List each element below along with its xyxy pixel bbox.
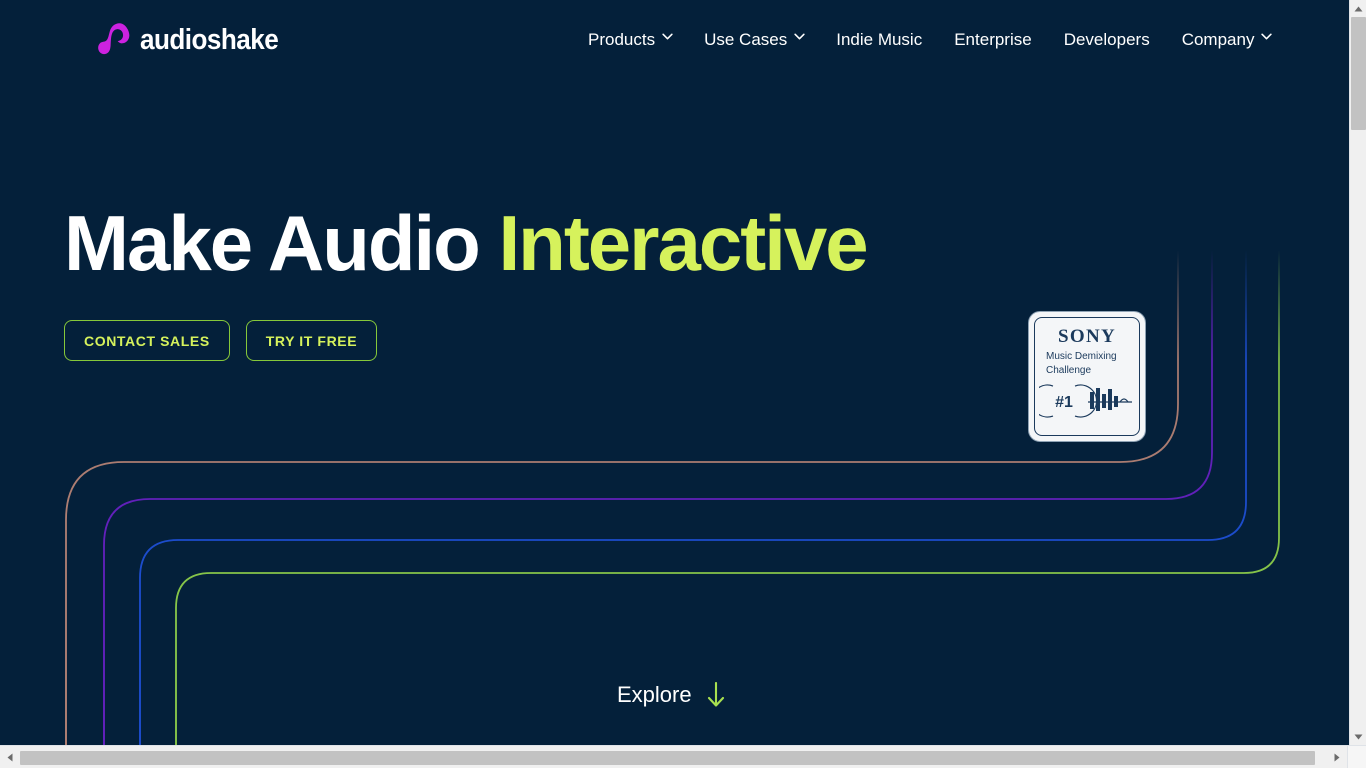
scroll-left-arrow-icon[interactable] bbox=[1, 749, 18, 766]
scroll-up-arrow-icon[interactable] bbox=[1350, 0, 1366, 17]
contact-sales-button[interactable]: CONTACT SALES bbox=[64, 320, 230, 361]
vertical-scrollbar-thumb[interactable] bbox=[1351, 17, 1366, 130]
nav-item-label: Indie Music bbox=[836, 30, 923, 49]
nav-item-company[interactable]: Company bbox=[1181, 28, 1273, 52]
chevron-down-icon bbox=[1261, 33, 1273, 43]
audioshake-note-logo-icon bbox=[98, 23, 130, 55]
nav-item-indie-music[interactable]: Indie Music bbox=[836, 28, 938, 52]
vertical-scrollbar[interactable] bbox=[1349, 0, 1366, 745]
sony-brand-text: SONY bbox=[1058, 326, 1116, 347]
browser-viewport: audioshake Products Use Cases Indie Musi… bbox=[0, 0, 1349, 745]
sony-badge-inner-frame: SONY Music Demixing Challenge #1 bbox=[1034, 317, 1140, 436]
brand-wordmark: audioshake bbox=[140, 23, 279, 56]
sony-challenge-line1: Music Demixing bbox=[1046, 351, 1117, 362]
hero-headline-accent: Interactive bbox=[498, 199, 869, 287]
hero-headline: Make Audio Interactive bbox=[64, 197, 869, 289]
site-header: audioshake Products Use Cases Indie Musi… bbox=[0, 0, 1349, 80]
sony-challenge-line2: Challenge bbox=[1046, 365, 1092, 376]
hero-cta-group: CONTACT SALES TRY IT FREE bbox=[64, 320, 378, 361]
nav-item-label: Company bbox=[1181, 30, 1255, 49]
svg-text:#1: #1 bbox=[1055, 394, 1073, 411]
nav-item-label: Enterprise bbox=[954, 30, 1032, 49]
decorative-lines-graphic bbox=[65, 250, 1280, 745]
sony-challenge-text: Music Demixing Challenge bbox=[1046, 350, 1128, 378]
nav-item-enterprise[interactable]: Enterprise bbox=[954, 28, 1047, 52]
arrow-down-icon bbox=[707, 682, 724, 707]
chevron-down-icon bbox=[662, 33, 673, 43]
waveform-bars-icon: #1 bbox=[1039, 384, 1132, 418]
brand-logo[interactable]: audioshake bbox=[97, 21, 294, 59]
hero-headline-plain: Make Audio bbox=[64, 199, 499, 287]
nav-item-developers[interactable]: Developers bbox=[1064, 28, 1166, 52]
scroll-down-arrow-icon[interactable] bbox=[1350, 728, 1366, 745]
scrollbar-corner bbox=[1347, 745, 1366, 768]
horizontal-scrollbar[interactable] bbox=[0, 745, 1366, 768]
scroll-right-arrow-icon[interactable] bbox=[1328, 749, 1345, 766]
try-it-free-button[interactable]: TRY IT FREE bbox=[245, 320, 378, 361]
nav-item-use-cases[interactable]: Use Cases bbox=[704, 28, 820, 52]
horizontal-scrollbar-thumb[interactable] bbox=[20, 751, 1315, 765]
chevron-down-icon bbox=[794, 33, 805, 43]
nav-item-label: Developers bbox=[1063, 30, 1150, 49]
nav-item-label: Products bbox=[588, 30, 656, 49]
explore-scroll-cue[interactable]: Explore bbox=[617, 680, 726, 710]
nav-item-products[interactable]: Products bbox=[588, 28, 688, 52]
main-navigation: Products Use Cases Indie Music Enterpris… bbox=[588, 28, 1273, 52]
sony-award-badge: SONY Music Demixing Challenge #1 bbox=[1028, 311, 1146, 442]
explore-label: Explore bbox=[617, 682, 692, 707]
nav-item-label: Use Cases bbox=[704, 30, 788, 49]
